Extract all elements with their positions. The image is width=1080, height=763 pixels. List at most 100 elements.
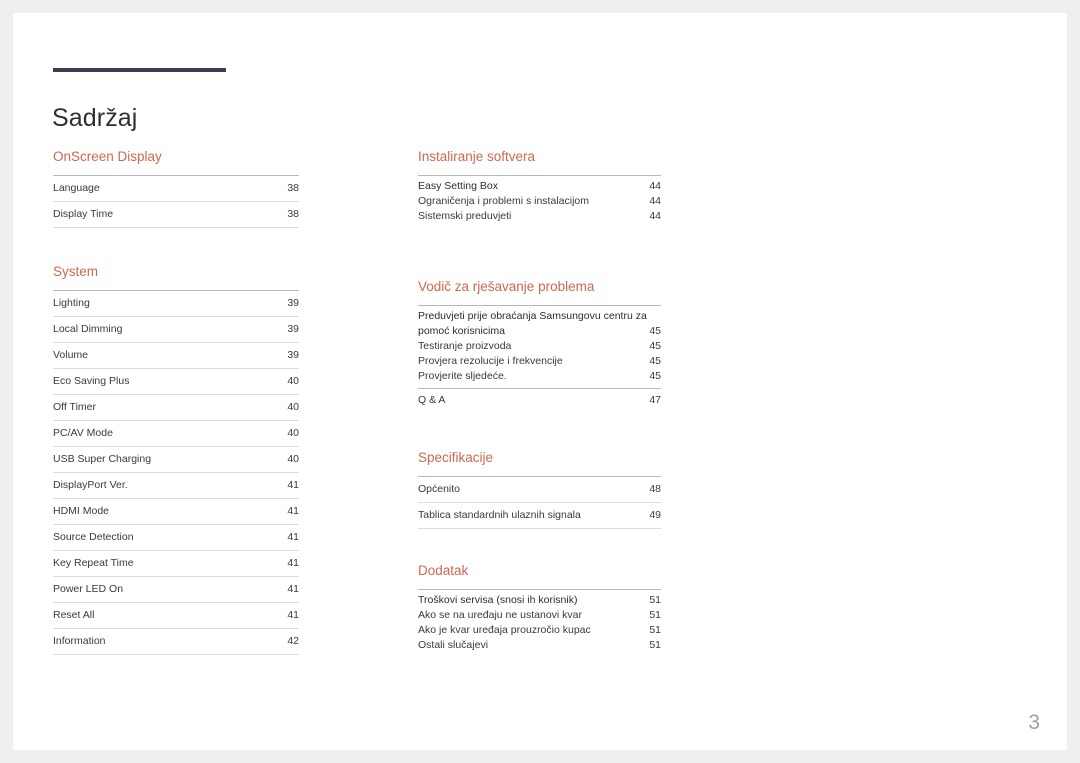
toc-list: Općenito 48 Tablica standardnih ulaznih … xyxy=(418,476,661,529)
toc-entry-label: DisplayPort Ver. xyxy=(53,479,128,491)
toc-entry-label: Ostali slučajevi xyxy=(418,639,489,651)
toc-entry-label: Source Detection xyxy=(53,531,134,543)
section-onscreen-display: OnScreen Display Language 38 Display Tim… xyxy=(53,148,299,228)
toc-entry-label: USB Super Charging xyxy=(53,453,152,465)
document-page: Sadržaj OnScreen Display Language 38 Dis… xyxy=(13,13,1067,750)
toc-entry[interactable]: Ograničenja i problemi s instalacijom 44 xyxy=(418,194,661,209)
toc-entry[interactable]: Local Dimming 39 xyxy=(53,317,299,343)
toc-entry-label: Provjerite sljedeće. xyxy=(418,370,507,382)
section-vodic-za-rjesavanje-problema: Vodič za rješavanje problema Preduvjeti … xyxy=(418,278,661,411)
toc-entry-page: 45 xyxy=(649,355,661,367)
section-dodatak: Dodatak Troškovi servisa (snosi ih koris… xyxy=(418,562,661,653)
toc-entry-page: 51 xyxy=(649,624,661,636)
toc-entry-label: Volume xyxy=(53,349,89,361)
toc-entry[interactable]: Troškovi servisa (snosi ih korisnik) 51 xyxy=(418,593,661,608)
section-specifikacije: Specifikacije Općenito 48 Tablica standa… xyxy=(418,449,661,529)
toc-entry-page: 38 xyxy=(287,182,299,194)
toc-entry-label: Eco Saving Plus xyxy=(53,375,130,387)
toc-entry[interactable]: PC/AV Mode 40 xyxy=(53,421,299,447)
toc-entry[interactable]: Volume 39 xyxy=(53,343,299,369)
toc-entry-label: Ograničenja i problemi s instalacijom xyxy=(418,195,589,207)
section-heading: Specifikacije xyxy=(418,450,494,465)
section-instaliranje-softvera: Instaliranje softvera Easy Setting Box 4… xyxy=(418,148,661,224)
toc-entry-page: 45 xyxy=(649,325,661,337)
toc-entry-label: Tablica standardnih ulaznih signala xyxy=(418,509,581,521)
toc-column-left: OnScreen Display Language 38 Display Tim… xyxy=(53,148,299,655)
toc-list: Language 38 Display Time 38 xyxy=(53,175,299,228)
toc-entry-label: Troškovi servisa (snosi ih korisnik) xyxy=(418,594,578,606)
toc-entry[interactable]: Key Repeat Time 41 xyxy=(53,551,299,577)
toc-entry-page: 51 xyxy=(649,594,661,606)
toc-entry-page: 49 xyxy=(649,509,661,521)
toc-entry-label: Off Timer xyxy=(53,401,96,413)
toc-entry-label: PC/AV Mode xyxy=(53,427,113,439)
toc-list: Preduvjeti prije obraćanja Samsungovu ce… xyxy=(418,305,661,411)
toc-entry-label: HDMI Mode xyxy=(53,505,110,517)
toc-entry-label-line1: Preduvjeti prije obraćanja Samsungovu ce… xyxy=(418,310,647,322)
toc-entry[interactable]: Information 42 xyxy=(53,629,299,655)
page-title: Sadržaj xyxy=(52,103,138,132)
toc-entry-page: 51 xyxy=(649,639,661,651)
toc-entry[interactable]: Testiranje proizvoda 45 xyxy=(418,339,661,354)
toc-entry[interactable]: Eco Saving Plus 40 xyxy=(53,369,299,395)
toc-entry-label: Reset All xyxy=(53,609,95,621)
toc-entry-page: 44 xyxy=(649,195,661,207)
toc-entry-page: 41 xyxy=(287,505,299,517)
toc-entry-page: 40 xyxy=(287,375,299,387)
toc-entry-label: Sistemski preduvjeti xyxy=(418,210,512,222)
toc-entry-label: Provjera rezolucije i frekvencije xyxy=(418,355,563,367)
toc-entry-label: Easy Setting Box xyxy=(418,180,498,192)
toc-entry-page: 44 xyxy=(649,180,661,192)
toc-entry[interactable]: Provjerite sljedeće. 45 xyxy=(418,369,661,384)
toc-entry[interactable]: Lighting 39 xyxy=(53,291,299,317)
toc-entry[interactable]: Off Timer 40 xyxy=(53,395,299,421)
toc-entry-page: 51 xyxy=(649,609,661,621)
toc-entry[interactable]: Ostali slučajevi 51 xyxy=(418,638,661,653)
toc-entry[interactable]: Općenito 48 xyxy=(418,477,661,503)
toc-entry[interactable]: Preduvjeti prije obraćanja Samsungovu ce… xyxy=(418,309,661,339)
toc-entry[interactable]: HDMI Mode 41 xyxy=(53,499,299,525)
title-rule xyxy=(53,68,226,72)
toc-entry-label: Q & A xyxy=(418,394,446,406)
toc-entry-label: Information xyxy=(53,635,106,647)
toc-entry[interactable]: Sistemski preduvjeti 44 xyxy=(418,209,661,224)
toc-entry-label: Key Repeat Time xyxy=(53,557,134,569)
toc-entry-label: Display Time xyxy=(53,208,114,220)
section-heading: Dodatak xyxy=(418,563,469,578)
toc-entry-label: Language xyxy=(53,182,100,194)
toc-entry[interactable]: Provjera rezolucije i frekvencije 45 xyxy=(418,354,661,369)
toc-entry[interactable]: Easy Setting Box 44 xyxy=(418,179,661,194)
toc-entry[interactable]: Ako se na uređaju ne ustanovi kvar 51 xyxy=(418,608,661,623)
toc-entry-page: 41 xyxy=(287,479,299,491)
toc-entry-page: 41 xyxy=(287,609,299,621)
toc-entry[interactable]: Ako je kvar uređaja prouzročio kupac 51 xyxy=(418,623,661,638)
toc-entry-page: 45 xyxy=(649,340,661,352)
toc-entry-qa[interactable]: Q & A 47 xyxy=(418,388,661,411)
toc-entry-label: Lighting xyxy=(53,297,90,309)
toc-entry-page: 48 xyxy=(649,483,661,495)
toc-entry-page: 38 xyxy=(287,208,299,220)
toc-entry[interactable]: Reset All 41 xyxy=(53,603,299,629)
toc-entry-label-line2: pomoć korisnicima xyxy=(418,325,505,337)
toc-entry[interactable]: Display Time 38 xyxy=(53,202,299,228)
section-heading: Instaliranje softvera xyxy=(418,149,536,164)
toc-column-right: Instaliranje softvera Easy Setting Box 4… xyxy=(418,148,661,653)
toc-entry[interactable]: Language 38 xyxy=(53,176,299,202)
section-heading: System xyxy=(53,264,99,279)
toc-entry[interactable]: Source Detection 41 xyxy=(53,525,299,551)
toc-list: Easy Setting Box 44 Ograničenja i proble… xyxy=(418,175,661,224)
section-heading: OnScreen Display xyxy=(53,149,162,164)
toc-entry-label: Testiranje proizvoda xyxy=(418,340,512,352)
toc-entry-page: 40 xyxy=(287,453,299,465)
toc-entry-label: Ako je kvar uređaja prouzročio kupac xyxy=(418,624,591,636)
toc-entry-page: 45 xyxy=(649,370,661,382)
page-number: 3 xyxy=(1028,711,1040,734)
toc-list: Lighting 39 Local Dimming 39 Volume 39 E… xyxy=(53,290,299,655)
section-system: System Lighting 39 Local Dimming 39 Volu… xyxy=(53,263,299,655)
toc-entry[interactable]: Power LED On 41 xyxy=(53,577,299,603)
toc-entry-page: 39 xyxy=(287,323,299,335)
toc-entry-page: 39 xyxy=(287,349,299,361)
toc-entry[interactable]: DisplayPort Ver. 41 xyxy=(53,473,299,499)
toc-entry[interactable]: USB Super Charging 40 xyxy=(53,447,299,473)
toc-entry[interactable]: Tablica standardnih ulaznih signala 49 xyxy=(418,503,661,529)
